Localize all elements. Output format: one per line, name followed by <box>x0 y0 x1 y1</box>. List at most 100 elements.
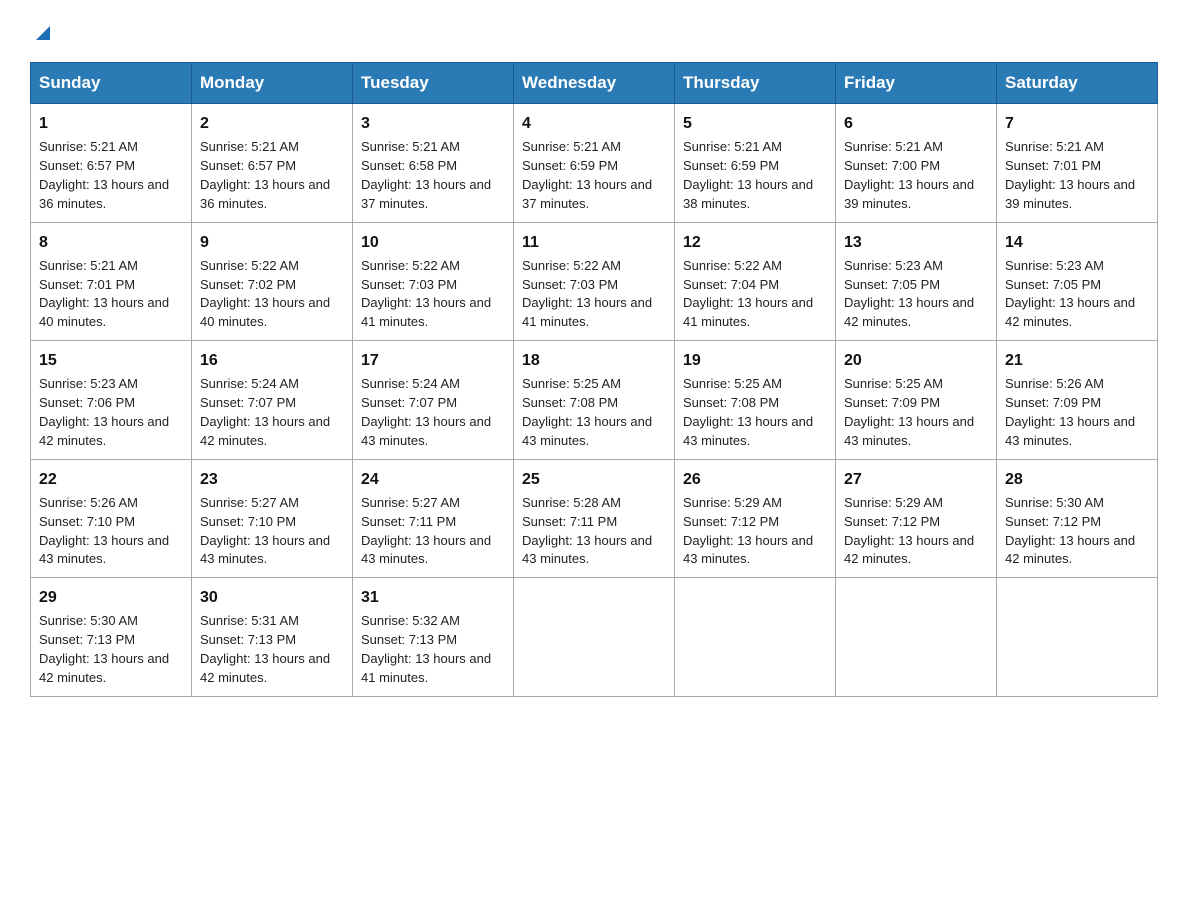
sunset-info: Sunset: 7:01 PM <box>39 277 135 292</box>
day-number: 24 <box>361 468 505 491</box>
day-number: 28 <box>1005 468 1149 491</box>
day-number: 1 <box>39 112 183 135</box>
calendar-cell: 8Sunrise: 5:21 AMSunset: 7:01 PMDaylight… <box>31 222 192 341</box>
daylight-info: Daylight: 13 hours and 42 minutes. <box>200 651 330 685</box>
calendar-cell: 24 Sunrise: 5:27 AM Sunset: 7:11 PM Dayligh… <box>353 459 514 578</box>
sunrise-info: Sunrise: 5:27 AM <box>361 495 460 510</box>
sunset-info: Sunset: 6:58 PM <box>361 158 457 173</box>
day-number: 11 <box>522 231 666 254</box>
calendar-cell: 5Sunrise: 5:21 AMSunset: 6:59 PMDaylight… <box>675 104 836 223</box>
calendar-cell: 13Sunrise: 5:23 AMSunset: 7:05 PMDayligh… <box>836 222 997 341</box>
column-header-thursday: Thursday <box>675 63 836 104</box>
day-number: 10 <box>361 231 505 254</box>
daylight-info: Daylight: 13 hours and 43 minutes. <box>361 533 491 567</box>
daylight-info: Daylight: 13 hours and 43 minutes. <box>39 533 169 567</box>
page-header <box>30 20 1158 44</box>
sunrise-info: Sunrise: 5:26 AM <box>1005 376 1104 391</box>
sunset-info: Sunset: 7:09 PM <box>1005 395 1101 410</box>
calendar-cell: 27Sunrise: 5:29 AMSunset: 7:12 PMDayligh… <box>836 459 997 578</box>
sunset-info: Sunset: 7:07 PM <box>200 395 296 410</box>
sunset-info: Sunset: 7:02 PM <box>200 277 296 292</box>
sunset-info: Sunset: 7:07 PM <box>361 395 457 410</box>
sunset-info: Sunset: 7:10 PM <box>39 514 135 529</box>
sunset-info: Sunset: 7:04 PM <box>683 277 779 292</box>
calendar-cell: 22Sunrise: 5:26 AMSunset: 7:10 PMDayligh… <box>31 459 192 578</box>
day-number: 14 <box>1005 231 1149 254</box>
column-header-friday: Friday <box>836 63 997 104</box>
sunrise-info: Sunrise: 5:21 AM <box>1005 139 1104 154</box>
sunrise-info: Sunrise: 5:31 AM <box>200 613 299 628</box>
calendar-week-row: 22Sunrise: 5:26 AMSunset: 7:10 PMDayligh… <box>31 459 1158 578</box>
daylight-info: Daylight: 13 hours and 42 minutes. <box>1005 533 1135 567</box>
sunset-info: Sunset: 7:05 PM <box>1005 277 1101 292</box>
calendar-cell: 9 Sunrise: 5:22 AM Sunset: 7:02 PM Daylight… <box>192 222 353 341</box>
sunrise-info: Sunrise: 5:21 AM <box>683 139 782 154</box>
sunrise-info: Sunrise: 5:23 AM <box>1005 258 1104 273</box>
calendar-cell: 28Sunrise: 5:30 AMSunset: 7:12 PMDayligh… <box>997 459 1158 578</box>
daylight-info: Daylight: 13 hours and 42 minutes. <box>200 414 330 448</box>
day-number: 26 <box>683 468 827 491</box>
sunrise-info: Sunrise: 5:26 AM <box>39 495 138 510</box>
sunrise-info: Sunrise: 5:25 AM <box>844 376 943 391</box>
day-number: 30 <box>200 586 344 609</box>
day-number: 16 <box>200 349 344 372</box>
daylight-info: Daylight: 13 hours and 36 minutes. <box>39 177 169 211</box>
calendar-cell <box>514 578 675 697</box>
sunrise-info: Sunrise: 5:25 AM <box>683 376 782 391</box>
sunrise-info: Sunrise: 5:21 AM <box>522 139 621 154</box>
sunset-info: Sunset: 7:08 PM <box>683 395 779 410</box>
sunset-info: Sunset: 6:57 PM <box>200 158 296 173</box>
sunrise-info: Sunrise: 5:23 AM <box>39 376 138 391</box>
day-number: 20 <box>844 349 988 372</box>
daylight-info: Daylight: 13 hours and 43 minutes. <box>844 414 974 448</box>
sunset-info: Sunset: 7:09 PM <box>844 395 940 410</box>
calendar-cell: 26Sunrise: 5:29 AMSunset: 7:12 PMDayligh… <box>675 459 836 578</box>
daylight-info: Daylight: 13 hours and 41 minutes. <box>522 295 652 329</box>
sunrise-info: Sunrise: 5:22 AM <box>361 258 460 273</box>
daylight-info: Daylight: 13 hours and 42 minutes. <box>39 414 169 448</box>
day-number: 9 <box>200 231 344 254</box>
calendar-cell: 15Sunrise: 5:23 AMSunset: 7:06 PMDayligh… <box>31 341 192 460</box>
daylight-info: Daylight: 13 hours and 43 minutes. <box>683 414 813 448</box>
calendar-cell: 17Sunrise: 5:24 AMSunset: 7:07 PMDayligh… <box>353 341 514 460</box>
sunrise-info: Sunrise: 5:22 AM <box>200 258 299 273</box>
calendar-cell: 10Sunrise: 5:22 AMSunset: 7:03 PMDayligh… <box>353 222 514 341</box>
sunrise-info: Sunrise: 5:21 AM <box>844 139 943 154</box>
daylight-info: Daylight: 13 hours and 39 minutes. <box>844 177 974 211</box>
sunset-info: Sunset: 7:00 PM <box>844 158 940 173</box>
daylight-info: Daylight: 13 hours and 43 minutes. <box>522 414 652 448</box>
sunrise-info: Sunrise: 5:21 AM <box>39 139 138 154</box>
sunrise-info: Sunrise: 5:22 AM <box>683 258 782 273</box>
daylight-info: Daylight: 13 hours and 37 minutes. <box>361 177 491 211</box>
day-number: 12 <box>683 231 827 254</box>
day-number: 6 <box>844 112 988 135</box>
sunset-info: Sunset: 7:13 PM <box>361 632 457 647</box>
column-header-monday: Monday <box>192 63 353 104</box>
daylight-info: Daylight: 13 hours and 41 minutes. <box>683 295 813 329</box>
sunrise-info: Sunrise: 5:21 AM <box>39 258 138 273</box>
calendar-week-row: 29Sunrise: 5:30 AMSunset: 7:13 PMDayligh… <box>31 578 1158 697</box>
calendar-week-row: 15Sunrise: 5:23 AMSunset: 7:06 PMDayligh… <box>31 341 1158 460</box>
sunset-info: Sunset: 6:59 PM <box>522 158 618 173</box>
sunrise-info: Sunrise: 5:28 AM <box>522 495 621 510</box>
sunset-info: Sunset: 7:11 PM <box>361 514 456 529</box>
calendar-cell: 3Sunrise: 5:21 AMSunset: 6:58 PMDaylight… <box>353 104 514 223</box>
sunset-info: Sunset: 7:11 PM <box>522 514 617 529</box>
calendar-cell: 20 Sunrise: 5:25 AM Sunset: 7:09 PM Dayligh… <box>836 341 997 460</box>
day-number: 17 <box>361 349 505 372</box>
column-header-wednesday: Wednesday <box>514 63 675 104</box>
daylight-info: Daylight: 13 hours and 40 minutes. <box>200 295 330 329</box>
calendar-cell <box>836 578 997 697</box>
day-number: 18 <box>522 349 666 372</box>
calendar-cell: 23Sunrise: 5:27 AMSunset: 7:10 PMDayligh… <box>192 459 353 578</box>
sunrise-info: Sunrise: 5:24 AM <box>200 376 299 391</box>
calendar-cell: 18Sunrise: 5:25 AMSunset: 7:08 PMDayligh… <box>514 341 675 460</box>
day-number: 8 <box>39 231 183 254</box>
daylight-info: Daylight: 13 hours and 43 minutes. <box>361 414 491 448</box>
day-number: 27 <box>844 468 988 491</box>
sunrise-info: Sunrise: 5:21 AM <box>361 139 460 154</box>
calendar-cell: 7Sunrise: 5:21 AMSunset: 7:01 PMDaylight… <box>997 104 1158 223</box>
day-number: 5 <box>683 112 827 135</box>
day-number: 15 <box>39 349 183 372</box>
daylight-info: Daylight: 13 hours and 36 minutes. <box>200 177 330 211</box>
